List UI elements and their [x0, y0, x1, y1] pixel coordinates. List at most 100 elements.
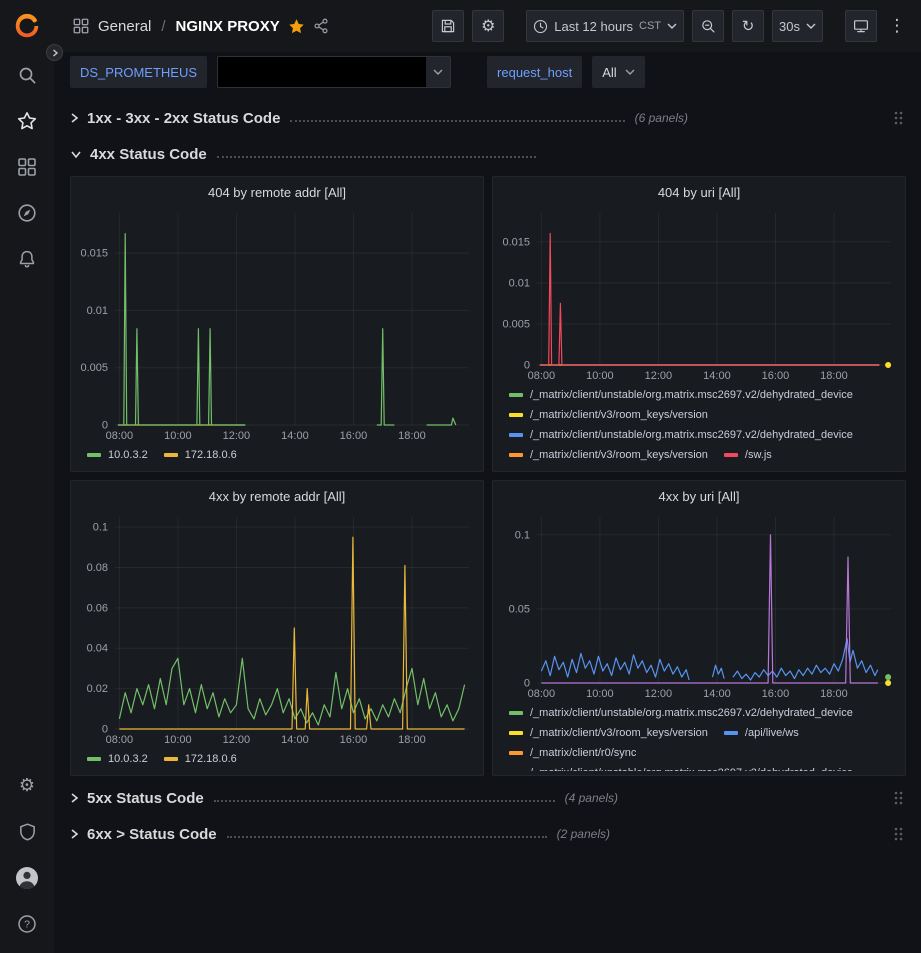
sidebar-item-server-admin[interactable] — [0, 809, 54, 855]
grafana-flame-icon — [13, 12, 41, 40]
panel-title[interactable]: 404 by remote addr [All] — [75, 181, 479, 205]
clock-icon — [533, 19, 548, 34]
legend-item[interactable]: /sw.js — [724, 445, 772, 465]
sidebar-item-configuration[interactable]: ⚙ — [0, 763, 54, 809]
svg-text:08:00: 08:00 — [106, 430, 134, 442]
legend-item[interactable]: 10.0.3.2 — [87, 445, 148, 465]
legend-item[interactable]: /_matrix/client/v3/room_keys/version — [509, 445, 708, 465]
row-drag-handle[interactable] — [892, 826, 904, 842]
compass-icon — [17, 203, 37, 223]
breadcrumb: General / NGINX PROXY — [72, 17, 329, 35]
panel-404-by-remote-addr: 404 by remote addr [All] 08:0010:0012:00… — [70, 176, 484, 472]
save-icon — [440, 18, 456, 34]
zoom-out-button[interactable] — [692, 10, 724, 42]
row-4xx[interactable]: 4xx Status Code — [70, 140, 906, 168]
favorite-star-icon[interactable] — [288, 18, 305, 35]
panel-grid-4xx: 404 by remote addr [All] 08:00 10:00 12:00… — [70, 176, 906, 776]
legend-swatch — [87, 453, 101, 457]
sidebar-item-profile[interactable] — [0, 855, 54, 901]
row-5xx[interactable]: 5xx Status Code (4 panels) — [70, 784, 906, 812]
svg-text:18:00: 18:00 — [820, 370, 848, 382]
breadcrumb-folder[interactable]: General — [98, 18, 151, 35]
variable-ds-prometheus-label[interactable]: DS_PROMETHEUS — [70, 56, 207, 88]
tv-mode-button[interactable] — [845, 10, 877, 42]
row-6xx[interactable]: 6xx > Status Code (2 panels) — [70, 820, 906, 848]
legend-item[interactable]: /_matrix/client/unstable/org.matrix.msc2… — [509, 763, 853, 771]
legend-swatch — [509, 453, 523, 457]
time-series-chart[interactable]: 08:0010:0012:0014:0016:0018:0000.0050.01… — [75, 205, 479, 443]
more-options-button[interactable]: ⋮ — [885, 10, 909, 42]
row-1xx-3xx-2xx[interactable]: 1xx - 3xx - 2xx Status Code (6 panels) — [70, 104, 906, 132]
svg-text:10:00: 10:00 — [164, 430, 192, 442]
sidebar-bottom-group: ⚙ ? — [0, 763, 54, 947]
share-icon[interactable] — [313, 18, 329, 34]
row-panel-count: (6 panels) — [635, 111, 688, 125]
svg-text:0.02: 0.02 — [87, 683, 108, 695]
sidebar-item-explore[interactable] — [0, 190, 54, 236]
sidebar-expand-button[interactable] — [46, 44, 63, 61]
panel-legend: /_matrix/client/unstable/org.matrix.msc2… — [497, 701, 901, 771]
legend-label: /_matrix/client/unstable/org.matrix.msc2… — [530, 703, 853, 723]
legend-label: 10.0.3.2 — [108, 445, 148, 465]
panel-title[interactable]: 404 by uri [All] — [497, 181, 901, 205]
variable-request-host-value: All — [602, 65, 616, 80]
chevron-right-icon — [51, 49, 59, 57]
sidebar-item-dashboards[interactable] — [0, 144, 54, 190]
chevron-down-icon — [806, 23, 816, 29]
gear-icon: ⚙ — [19, 777, 35, 795]
panel-title[interactable]: 4xx by remote addr [All] — [75, 485, 479, 509]
legend-item[interactable]: /_matrix/client/v3/room_keys/version — [509, 723, 708, 743]
grafana-logo[interactable] — [0, 0, 54, 52]
time-series-chart[interactable]: 08:0010:0012:0014:0016:0018:0000.0050.01… — [497, 205, 901, 383]
legend-item[interactable]: /_matrix/client/unstable/org.matrix.msc2… — [509, 703, 853, 723]
sidebar-item-alerting[interactable] — [0, 236, 54, 282]
refresh-interval-picker[interactable]: 30s — [772, 10, 823, 42]
svg-text:16:00: 16:00 — [762, 688, 790, 700]
svg-text:0.005: 0.005 — [502, 318, 530, 330]
legend-swatch — [724, 453, 738, 457]
legend-label: /_matrix/client/v3/room_keys/version — [530, 445, 708, 465]
svg-text:12:00: 12:00 — [645, 688, 673, 700]
svg-text:0.015: 0.015 — [502, 236, 530, 248]
row-drag-handle[interactable] — [892, 110, 904, 126]
time-series-chart[interactable]: 08:0010:0012:0014:0016:0018:0000.020.040… — [75, 509, 479, 747]
legend-item[interactable]: /_matrix/client/v3/room_keys/version — [509, 405, 708, 425]
svg-text:0.005: 0.005 — [80, 362, 108, 374]
svg-text:0.1: 0.1 — [515, 529, 530, 541]
sidebar-item-help[interactable]: ? — [0, 901, 54, 947]
shield-icon — [18, 822, 37, 842]
row-drag-handle[interactable] — [892, 790, 904, 806]
legend-item[interactable]: 10.0.3.2 — [87, 749, 148, 769]
dashboard-settings-button[interactable]: ⚙ — [472, 10, 504, 42]
variable-request-host-label[interactable]: request_host — [487, 56, 582, 88]
time-series-chart[interactable]: 08:0010:0012:0014:0016:0018:0000.050.1 — [497, 509, 901, 701]
help-icon: ? — [17, 914, 37, 934]
variable-ds-prometheus-select[interactable] — [217, 56, 451, 88]
legend-swatch — [164, 757, 178, 761]
row-title: 1xx - 3xx - 2xx Status Code — [87, 110, 280, 127]
svg-text:14:00: 14:00 — [703, 688, 731, 700]
breadcrumb-dashboard-title[interactable]: NGINX PROXY — [176, 18, 280, 35]
time-range-picker[interactable]: Last 12 hours CST — [526, 10, 684, 42]
sidebar-item-starred[interactable] — [0, 98, 54, 144]
svg-text:0: 0 — [102, 724, 108, 736]
save-dashboard-button[interactable] — [432, 10, 464, 42]
legend-item[interactable]: /_matrix/client/unstable/org.matrix.msc2… — [509, 385, 853, 405]
chevron-down-icon — [667, 23, 677, 29]
legend-item[interactable]: /_matrix/client/unstable/org.matrix.msc2… — [509, 425, 853, 445]
legend-item[interactable]: /_matrix/client/r0/sync — [509, 743, 636, 763]
legend-label: /_matrix/client/r0/sync — [530, 743, 636, 763]
chevron-down-icon — [426, 57, 450, 87]
apps-grid-icon — [72, 17, 90, 35]
legend-item[interactable]: 172.18.0.6 — [164, 749, 237, 769]
variable-request-host-select[interactable]: All — [592, 56, 644, 88]
kebab-menu-icon: ⋮ — [889, 18, 906, 35]
panel-title[interactable]: 4xx by uri [All] — [497, 485, 901, 509]
legend-item[interactable]: 172.18.0.6 — [164, 445, 237, 465]
refresh-button[interactable]: ↻ — [732, 10, 764, 42]
legend-item[interactable]: /api/live/ws — [724, 723, 799, 743]
sidebar-item-search[interactable] — [0, 52, 54, 98]
panel-legend: 10.0.3.2 172.18.0.6 — [75, 443, 479, 467]
dashboards-grid-icon — [17, 157, 37, 177]
svg-text:0: 0 — [524, 360, 530, 372]
